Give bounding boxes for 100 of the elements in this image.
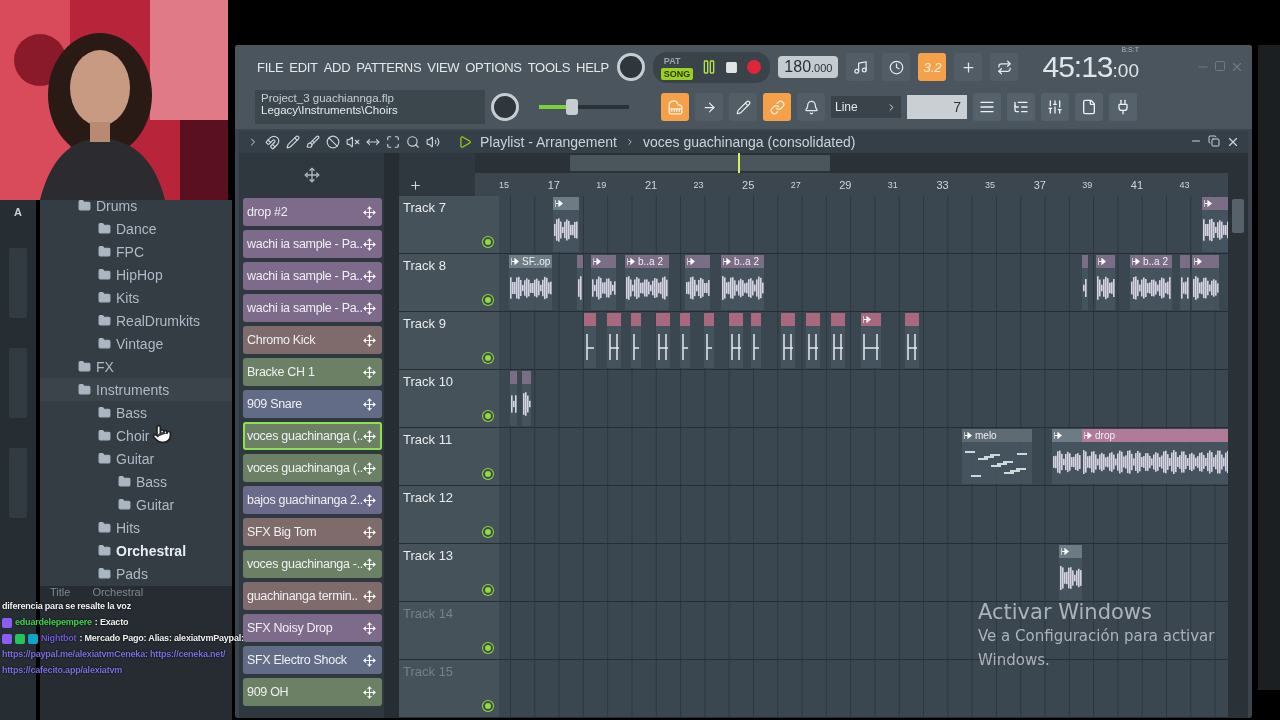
menu-item[interactable]: ADD [323,59,351,75]
toolbar-icon-button[interactable] [1041,93,1069,121]
mute-led-icon[interactable] [483,411,493,421]
tool-button[interactable] [846,53,875,81]
tempo-field[interactable]: 180.000 [778,56,839,78]
track-header[interactable]: Track 11 [399,428,499,485]
menu-item[interactable]: OPTIONS [465,59,522,75]
menu-item[interactable]: FILE [257,59,284,75]
mute-led-icon[interactable] [483,469,493,479]
pattern-item[interactable]: 909 OH [243,678,382,706]
pattern-item[interactable]: drop #2 [243,198,382,226]
clip[interactable] [831,313,845,368]
menu-item[interactable]: PATTERNS [356,59,422,75]
track-header[interactable]: Track 9 [399,312,499,369]
pattern-item[interactable]: SFX Electro Shock [243,646,382,674]
pattern-item[interactable]: SFX Big Tom [243,518,382,546]
restore-icon[interactable] [1208,135,1220,147]
clip[interactable] [781,313,795,368]
master-knob[interactable] [491,93,519,121]
pattern-item[interactable]: SFX Noisy Drop [243,614,382,642]
browser-item[interactable]: Vintage [40,332,232,355]
browser-item[interactable]: HipHop [40,263,232,286]
clip[interactable] [591,255,616,310]
clip[interactable] [806,313,820,368]
snap-tool-button[interactable] [729,93,757,121]
move-icon[interactable] [363,525,376,539]
mute-led-icon[interactable] [483,237,493,247]
toolbar-icon-button[interactable] [1109,93,1137,121]
pattern-item[interactable]: voces guachinanga (.. [243,454,382,482]
brush-icon[interactable] [306,135,320,149]
volume-knob[interactable] [616,53,645,81]
menu-item[interactable]: TOOLS [527,59,571,75]
clip[interactable] [685,255,710,310]
pencil-icon[interactable] [286,135,300,149]
browser-item[interactable]: Kits [40,286,232,309]
speaker-icon[interactable] [426,135,440,149]
toolbar-icon-button[interactable] [1007,93,1035,121]
browser-item[interactable]: FPC [40,240,232,263]
snap-dropdown[interactable]: Line [831,96,901,118]
clip[interactable] [905,313,919,368]
clip[interactable] [510,371,517,426]
browser-item[interactable]: Orchestral [40,539,232,562]
browser-item[interactable]: FX [40,355,232,378]
browser-item[interactable]: Drums [40,194,232,217]
timeline-ruler[interactable]: 15 17 19 21 23 25 27 29 31 33 35 37 39 41 43 [475,173,1228,196]
move-icon[interactable] [303,166,320,183]
chat-link[interactable]: https://cafecito.app/alexiatvm [2,665,123,676]
browser-item[interactable]: Dance [40,217,232,240]
chat-link[interactable]: https://paypal.me/alexiatvmCeneka: https://ceneka.net/ [2,649,226,660]
tool-button[interactable] [882,53,911,81]
scrollbar[interactable] [384,153,399,718]
move-icon[interactable] [363,557,376,571]
pattern-item[interactable]: wachi ia sample - Pa.. [243,262,382,290]
add-icon[interactable] [409,179,422,192]
move-icon[interactable] [363,461,376,475]
clip[interactable] [553,197,579,252]
move-icon[interactable] [363,653,376,667]
menu-item[interactable]: EDIT [289,59,318,75]
clip[interactable] [1059,545,1082,600]
clip[interactable]: melo [962,429,1032,484]
toolbar-icon-button[interactable] [1075,93,1103,121]
pattern-item[interactable]: bajos guachinanga 2.. [243,486,382,514]
clip[interactable]: b..a 2 [625,255,669,310]
browser-item[interactable]: Choir [40,424,232,447]
clip[interactable] [729,313,743,368]
track-lane[interactable]: SF..op b..a 2 b..a 2 b..a 2 [499,254,1228,311]
clip[interactable] [704,313,714,368]
move-icon[interactable] [363,269,376,283]
move-icon[interactable] [363,685,376,699]
mute-led-icon[interactable] [483,585,493,595]
pattern-item[interactable]: 909 Snare [243,390,382,418]
clip[interactable] [751,313,761,368]
track-header[interactable]: Track 13 [399,544,499,601]
browser-item[interactable]: Instruments [40,378,232,401]
pattern-item[interactable]: voces guachinanga (.. [243,422,382,450]
select-icon[interactable] [386,135,400,149]
move-icon[interactable] [363,429,376,443]
clip[interactable] [584,313,596,368]
mute-led-icon[interactable] [483,295,493,305]
mode-toggle[interactable]: SONG [660,67,694,80]
pattern-number-field[interactable]: 7 [907,95,967,119]
close-icon[interactable] [1226,135,1240,149]
toolbar-icon-button[interactable] [973,93,1001,121]
mute-icon[interactable] [346,135,360,149]
tool-button[interactable] [954,53,983,81]
move-icon[interactable] [363,333,376,347]
move-icon[interactable] [363,237,376,251]
track-header[interactable]: Track 10 [399,370,499,427]
browser-item[interactable]: Guitar [40,447,232,470]
track-header[interactable]: Track 7 [399,196,499,253]
scrollbar[interactable] [1228,153,1248,718]
clip[interactable]: SF..op [509,255,552,310]
slider-thumb[interactable] [566,99,579,115]
snap-tool-button[interactable] [695,93,723,121]
browser-item[interactable]: RealDrumkits [40,309,232,332]
browser-item[interactable]: Bass [40,401,232,424]
browser-item[interactable]: Guitar [40,493,232,516]
pattern-item[interactable]: wachi ia sample - Pa.. [243,294,382,322]
move-icon[interactable] [363,397,376,411]
mute-led-icon[interactable] [483,527,493,537]
